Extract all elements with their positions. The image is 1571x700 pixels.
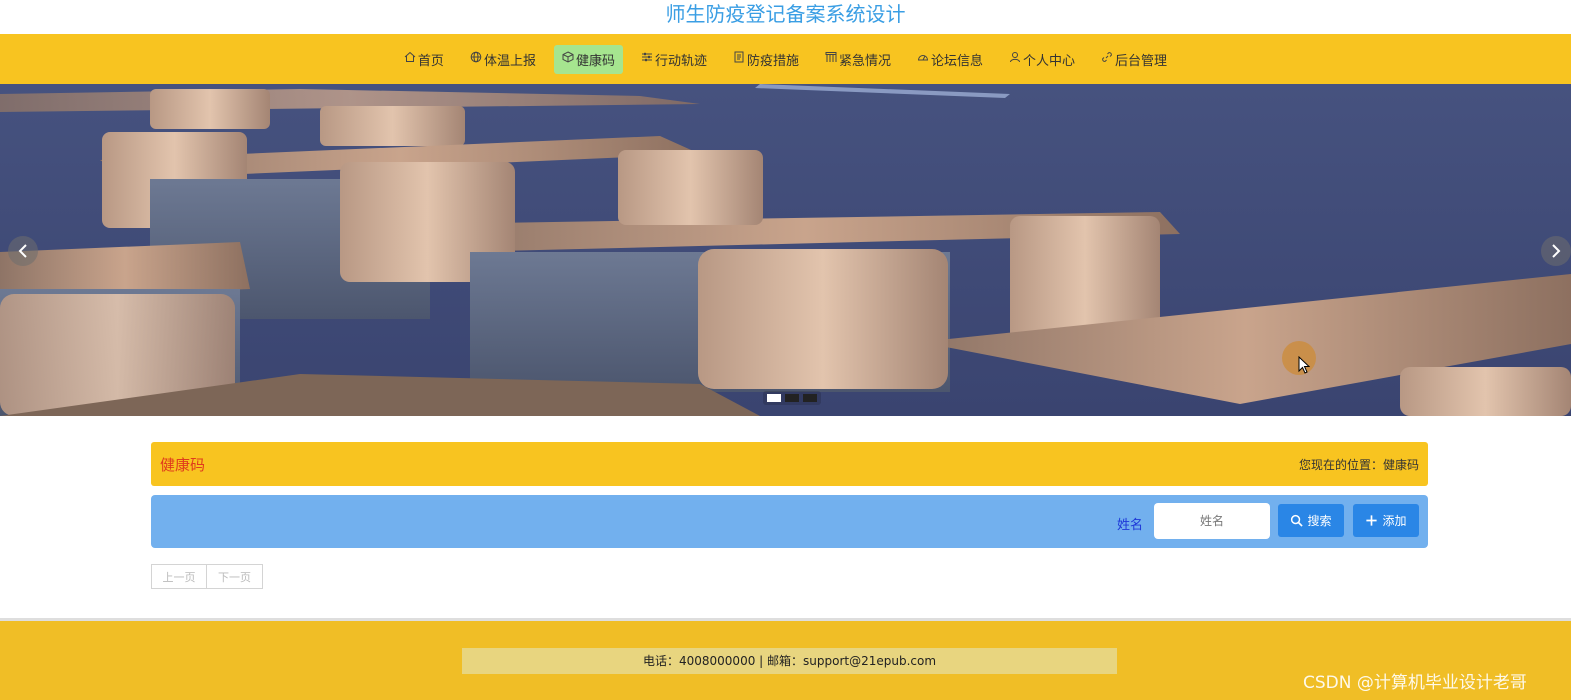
nav-item-profile[interactable]: 个人中心 [1001,45,1083,74]
nav-item-admin[interactable]: 后台管理 [1093,45,1175,74]
breadcrumb-location: 您现在的位置：健康码 [1298,458,1419,472]
search-icon [1291,514,1304,527]
carousel-dot-2[interactable] [785,394,799,402]
user-icon [1009,51,1023,67]
prev-page-button[interactable]: 上一页 [151,564,207,589]
footer-contact: 电话：4008000000 | 邮箱：support@21epub.com [462,648,1117,674]
carousel-dot-1[interactable] [767,394,781,402]
globe-icon [470,51,484,67]
nav-item-home[interactable]: 首页 [396,45,452,74]
document-icon [733,51,747,67]
nav-item-emergency[interactable]: 紧急情况 [817,45,899,74]
name-search-input[interactable] [1154,503,1270,539]
add-button[interactable]: 添加 [1353,504,1419,537]
carousel-dot-3[interactable] [803,394,817,402]
dashboard-icon [917,51,931,67]
nav-item-label: 首页 [417,53,444,69]
add-button-label: 添加 [1382,514,1407,528]
main-navbar: 首页 体温上报 健康码 行动轨迹 防疫措施 紧急情况 论坛信息 个人中心 后台管… [0,34,1571,84]
search-bar: 姓名 搜索 添加 [151,495,1428,548]
page-title: 健康码 [160,456,206,474]
nav-item-label: 行动轨迹 [654,53,707,69]
nav-item-label: 体温上报 [483,53,536,69]
chevron-left-icon [18,244,27,258]
banner-prev-button[interactable] [8,236,38,266]
site-title: 师生防疫登记备案系统设计 [665,2,906,26]
search-button[interactable]: 搜索 [1278,504,1344,537]
nav-item-label: 健康码 [575,53,615,69]
next-page-button[interactable]: 下一页 [207,564,263,589]
sliders-icon [641,51,655,67]
classroom-banner-image [0,84,1571,416]
home-icon [404,51,418,67]
chevron-right-icon [1552,244,1561,258]
nav-item-measures[interactable]: 防疫措施 [725,45,807,74]
nav-item-label: 个人中心 [1023,53,1076,69]
nav-item-temperature[interactable]: 体温上报 [462,45,544,74]
pagination: 上一页 下一页 [151,564,263,589]
name-field-label: 姓名 [1117,518,1144,533]
cube-icon [562,51,576,67]
nav-item-forum[interactable]: 论坛信息 [909,45,991,74]
breadcrumb-bar: 健康码 您现在的位置：健康码 [151,442,1428,486]
watermark: CSDN @计算机毕业设计老哥 [1303,673,1527,693]
nav-item-health-code[interactable]: 健康码 [553,44,623,74]
nav-item-label: 紧急情况 [839,53,892,69]
nav-item-trajectory[interactable]: 行动轨迹 [633,45,715,74]
nav-item-label: 后台管理 [1115,53,1168,69]
mouse-cursor-icon [1298,356,1310,374]
nav-item-label: 论坛信息 [931,53,984,69]
carousel-indicators [763,391,821,405]
search-button-label: 搜索 [1307,514,1332,528]
banner-next-button[interactable] [1541,236,1571,266]
grid-icon [825,51,839,67]
banner-carousel[interactable] [0,84,1571,416]
nav-item-label: 防疫措施 [746,53,799,69]
plus-icon [1366,515,1378,526]
link-icon [1101,51,1115,67]
